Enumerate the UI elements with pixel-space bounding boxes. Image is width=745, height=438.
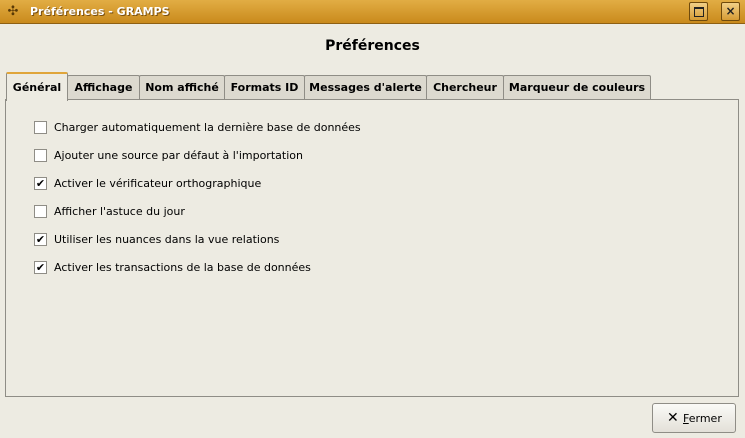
tab-affichage[interactable]: Affichage (67, 75, 140, 100)
maximize-icon (693, 7, 704, 17)
option-label: Charger automatiquement la dernière base… (54, 121, 361, 134)
checkbox[interactable]: ✔ (34, 177, 47, 190)
option-label: Ajouter une source par défaut à l'import… (54, 149, 303, 162)
dialog-title: Préférences (325, 38, 420, 54)
check-icon: ✔ (35, 233, 46, 246)
close-button[interactable]: ✕ Fermer (652, 403, 736, 433)
option-label: Afficher l'astuce du jour (54, 205, 185, 218)
checkbox[interactable] (34, 121, 47, 134)
maximize-button[interactable] (689, 2, 708, 21)
checkbox[interactable]: ✔ (34, 233, 47, 246)
checkbox[interactable] (34, 205, 47, 218)
tab-marqueur-couleurs[interactable]: Marqueur de couleurs (503, 75, 651, 100)
close-x-icon: ✕ (667, 410, 679, 426)
tab-nom-affiche[interactable]: Nom affiché (139, 75, 225, 100)
window-close-button[interactable]: × (721, 2, 740, 21)
general-panel: Charger automatiquement la dernière base… (5, 99, 739, 397)
tab-general[interactable]: Général (6, 72, 68, 101)
tab-chercheur[interactable]: Chercheur (426, 75, 504, 100)
checkbox[interactable]: ✔ (34, 261, 47, 274)
gramps-tree-icon[interactable]: ✣ (5, 4, 21, 20)
close-icon: × (725, 4, 736, 18)
tab-messages-alerte[interactable]: Messages d'alerte (304, 75, 427, 100)
checkbox[interactable] (34, 149, 47, 162)
option-label: Activer les transactions de la base de d… (54, 261, 311, 274)
window-title: Préférences - GRAMPS (30, 5, 170, 18)
window-titlebar[interactable]: ✣ Préférences - GRAMPS × (0, 0, 745, 24)
option-label: Utiliser les nuances dans la vue relatio… (54, 233, 280, 246)
check-icon: ✔ (35, 177, 46, 190)
option-label: Activer le vérificateur orthographique (54, 177, 262, 190)
check-icon: ✔ (35, 261, 46, 274)
tab-formats-id[interactable]: Formats ID (224, 75, 305, 100)
close-button-label: Fermer (683, 412, 722, 425)
